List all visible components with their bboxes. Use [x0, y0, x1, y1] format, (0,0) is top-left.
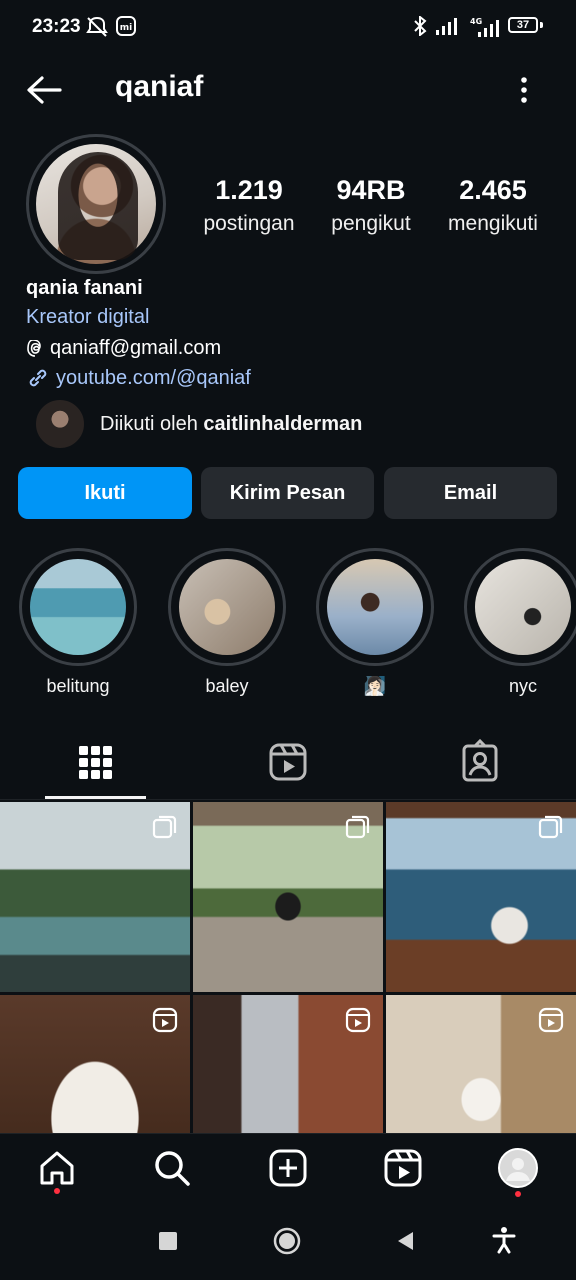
stat-posts-label: postingan [203, 212, 295, 235]
home-icon[interactable] [37, 1148, 77, 1188]
profile-notification-dot [515, 1191, 521, 1197]
followed-by-user: caitlinhalderman [203, 412, 363, 435]
create-post-icon[interactable] [268, 1148, 308, 1188]
stat-following[interactable]: 2.465 mengikuti [428, 174, 558, 236]
highlight-ring [464, 548, 576, 666]
follow-button[interactable]: Ikuti [18, 467, 192, 519]
highlight-ring [19, 548, 137, 666]
followed-by-prefix: Diikuti oleh [100, 412, 204, 435]
highlight-label: 🧖🏻‍♀️ [363, 676, 387, 696]
home-notification-dot [54, 1188, 60, 1194]
signal-4g-icon: 4G [470, 17, 499, 37]
tab-divider [0, 799, 576, 800]
mi-icon: mi [116, 16, 136, 36]
stat-following-label: mengikuti [448, 212, 538, 235]
post-thumbnail[interactable] [0, 802, 190, 992]
battery-tip [540, 22, 543, 28]
reels-tab-icon[interactable] [264, 738, 312, 786]
followed-by-avatar [34, 398, 86, 450]
svg-text:mi: mi [120, 23, 132, 33]
bio-name: qania fanani [26, 277, 143, 299]
highlight-cover [179, 559, 275, 655]
accessibility-icon[interactable] [492, 1226, 516, 1254]
reels-nav-icon[interactable] [383, 1148, 423, 1188]
message-button[interactable]: Kirim Pesan [201, 467, 374, 519]
signal-icon [436, 18, 457, 35]
back-system-button[interactable] [395, 1230, 415, 1252]
email-button[interactable]: Email [384, 467, 557, 519]
stat-followers-value: 94RB [336, 175, 406, 205]
stat-following-value: 2.465 [459, 175, 527, 205]
highlight-belitung[interactable]: belitung [18, 548, 138, 697]
link-icon [29, 369, 47, 387]
highlight-nyc[interactable]: nyc [463, 548, 576, 697]
reel-icon [152, 1007, 178, 1033]
carousel-icon [538, 815, 563, 839]
stat-followers-label: pengikut [331, 212, 411, 235]
carousel-icon [152, 815, 177, 839]
post-thumbnail[interactable] [386, 802, 576, 992]
reel-icon [345, 1007, 371, 1033]
avatar-detail [58, 152, 138, 260]
highlight-ring [168, 548, 286, 666]
stat-followers[interactable]: 94RB pengikut [306, 174, 436, 236]
highlight-cover [30, 559, 126, 655]
highlight-cover [475, 559, 571, 655]
highlight-label: baley [205, 676, 249, 696]
grid-tab-icon[interactable] [71, 738, 119, 786]
highlight-baley[interactable]: baley [167, 548, 287, 697]
threads-handle-text: qaniaff@gmail.com [50, 337, 222, 359]
bluetooth-icon [414, 16, 427, 36]
highlight-spa[interactable]: 🧖🏻‍♀️ [315, 548, 435, 697]
profile-username-title: qaniaf [115, 70, 204, 103]
threads-icon [27, 339, 41, 357]
recents-button[interactable] [159, 1232, 177, 1250]
alarm-off-icon [86, 16, 108, 37]
highlight-ring [316, 548, 434, 666]
back-arrow-icon[interactable] [24, 72, 64, 108]
stat-posts-value: 1.219 [215, 175, 283, 205]
reel-icon [538, 1007, 564, 1033]
bio-link[interactable]: youtube.com/@qaniaf [26, 366, 251, 390]
highlight-label: nyc [508, 676, 537, 696]
highlight-cover [327, 559, 423, 655]
carousel-icon [345, 815, 370, 839]
status-bar: 23:23 mi 4G 37 [0, 0, 576, 56]
status-time: 23:23 [32, 16, 81, 37]
home-system-button[interactable] [273, 1227, 301, 1255]
more-options-icon[interactable] [512, 74, 536, 106]
search-icon[interactable] [152, 1148, 192, 1188]
bio-category: Kreator digital [26, 306, 150, 328]
post-thumbnail[interactable] [193, 802, 383, 992]
highlight-label: belitung [46, 676, 110, 696]
battery-indicator: 37 [508, 17, 538, 33]
bio-link-text: youtube.com/@qaniaf [56, 366, 251, 389]
followed-by[interactable]: Diikuti oleh caitlinhalderman [34, 398, 362, 450]
svg-text:4G: 4G [470, 17, 482, 26]
stat-posts[interactable]: 1.219 postingan [184, 174, 314, 236]
tagged-tab-icon[interactable] [456, 738, 504, 786]
followed-by-text: Diikuti oleh caitlinhalderman [100, 413, 362, 436]
threads-handle[interactable]: qaniaff@gmail.com [26, 337, 221, 360]
profile-avatar-icon[interactable] [498, 1148, 538, 1188]
